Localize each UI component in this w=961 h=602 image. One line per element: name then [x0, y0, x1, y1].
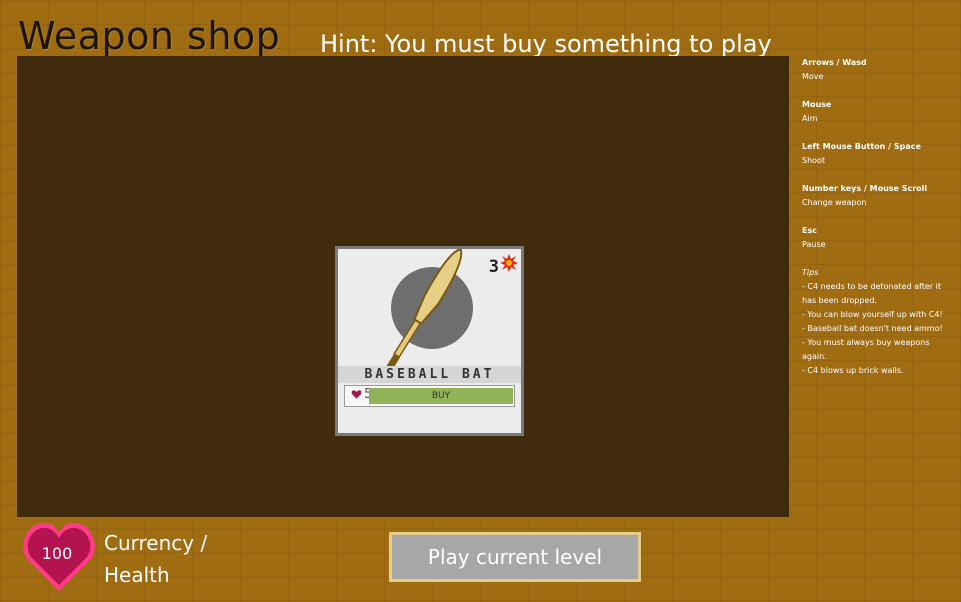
control-action: Aim	[802, 114, 818, 123]
buy-button[interactable]: BUY	[369, 388, 513, 404]
health-label: Health	[104, 563, 170, 587]
heart-icon	[351, 390, 362, 399]
control-action: Pause	[802, 240, 826, 249]
currency-label: Currency /	[104, 531, 208, 555]
damage-value: 3	[488, 257, 499, 277]
control-action: Shoot	[802, 156, 826, 165]
control-action: Move	[802, 72, 824, 81]
tip-item: - C4 needs to be detonated after it has …	[802, 282, 941, 305]
play-level-button[interactable]: Play current level	[389, 532, 641, 582]
control-key: Esc	[802, 226, 817, 235]
control-key: Number keys / Mouse Scroll	[802, 184, 928, 193]
page-title: Weapon shop	[18, 14, 281, 58]
tip-item: - Baseball bat doesn't need ammo!	[802, 324, 943, 333]
control-move: Arrows / Wasd Move	[802, 56, 950, 84]
shop-area: 3 BASEBALL BAT 5 BUY	[17, 56, 789, 517]
buy-row: 5 BUY	[344, 385, 515, 407]
control-action: Change weapon	[802, 198, 867, 207]
currency-health-label: Currency / Health	[104, 527, 207, 591]
currency-value: 100	[41, 544, 73, 563]
tip-item: - You can blow yourself up with C4!	[802, 310, 943, 319]
hint-text: Hint: You must buy something to play	[320, 30, 772, 58]
tips-title: Tips	[802, 268, 819, 277]
control-key: Left Mouse Button / Space	[802, 142, 921, 151]
control-key: Mouse	[802, 100, 832, 109]
tips-section: Tips - C4 needs to be detonated after it…	[802, 266, 950, 378]
weapon-name: BASEBALL BAT	[338, 366, 521, 383]
control-pause: Esc Pause	[802, 224, 950, 252]
controls-panel: Arrows / Wasd Move Mouse Aim Left Mouse …	[802, 56, 950, 378]
control-change-weapon: Number keys / Mouse Scroll Change weapon	[802, 182, 950, 210]
explosion-icon	[500, 254, 518, 272]
tip-item: - C4 blows up brick walls.	[802, 366, 904, 375]
control-shoot: Left Mouse Button / Space Shoot	[802, 140, 950, 168]
tip-item: - You must always buy weapons again.	[802, 338, 930, 361]
weapon-card: 3 BASEBALL BAT 5 BUY	[335, 246, 524, 436]
control-aim: Mouse Aim	[802, 98, 950, 126]
control-key: Arrows / Wasd	[802, 58, 867, 67]
